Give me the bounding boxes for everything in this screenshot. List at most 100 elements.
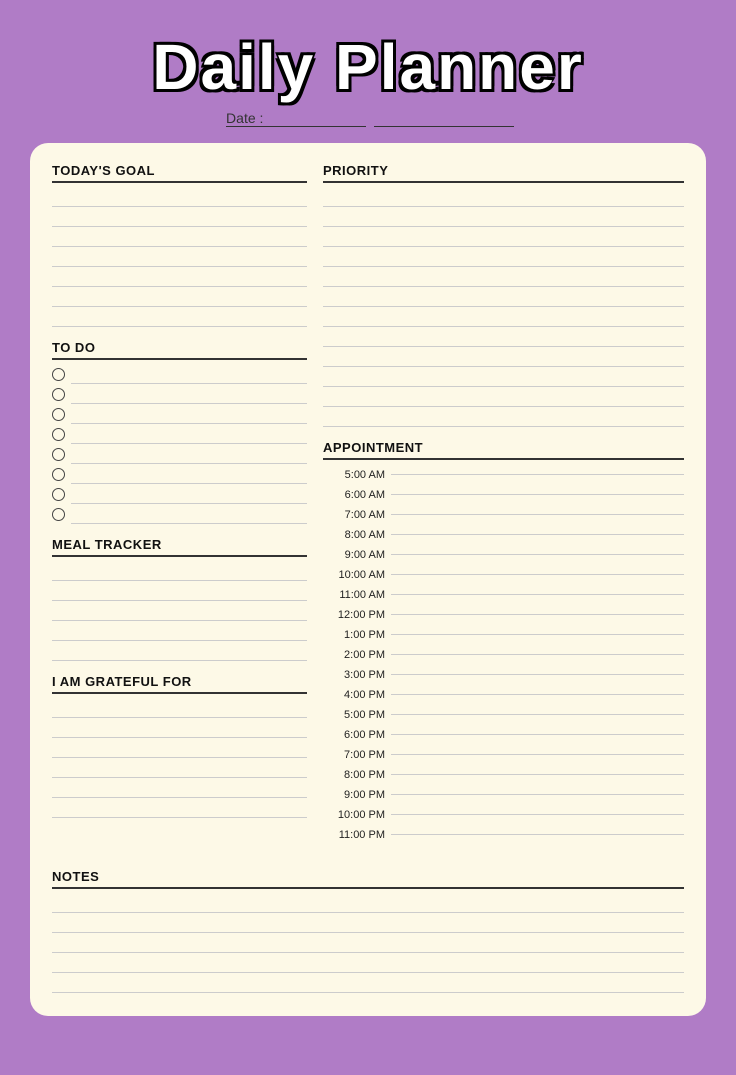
appt-line-700pm bbox=[391, 754, 684, 755]
todo-item-5[interactable] bbox=[52, 445, 307, 464]
todo-line-2 bbox=[71, 385, 307, 404]
notes-line-2[interactable] bbox=[52, 914, 684, 933]
grateful-line-6[interactable] bbox=[52, 799, 307, 818]
meal-line-1[interactable] bbox=[52, 562, 307, 581]
todo-item-8[interactable] bbox=[52, 505, 307, 524]
goal-line-2[interactable] bbox=[52, 208, 307, 227]
appt-row-500am[interactable]: 5:00 AM bbox=[323, 465, 684, 484]
appt-row-200pm[interactable]: 2:00 PM bbox=[323, 645, 684, 664]
appt-time-400pm: 4:00 PM bbox=[323, 689, 391, 701]
goal-line-7[interactable] bbox=[52, 308, 307, 327]
appt-row-900am[interactable]: 9:00 AM bbox=[323, 545, 684, 564]
todo-circle-8[interactable] bbox=[52, 508, 65, 521]
goal-line-1[interactable] bbox=[52, 188, 307, 207]
todo-item-7[interactable] bbox=[52, 485, 307, 504]
todays-goal-header: TODAY'S GOAL bbox=[52, 163, 307, 183]
appt-row-800am[interactable]: 8:00 AM bbox=[323, 525, 684, 544]
appt-line-1000am bbox=[391, 574, 684, 575]
todo-circle-4[interactable] bbox=[52, 428, 65, 441]
appt-row-700am[interactable]: 7:00 AM bbox=[323, 505, 684, 524]
meal-line-4[interactable] bbox=[52, 622, 307, 641]
main-columns: TODAY'S GOAL TO DO bbox=[52, 163, 684, 857]
appt-time-1100pm: 11:00 PM bbox=[323, 829, 391, 841]
appt-row-400pm[interactable]: 4:00 PM bbox=[323, 685, 684, 704]
priority-line-1[interactable] bbox=[323, 188, 684, 207]
date-underline bbox=[374, 110, 514, 127]
goal-line-5[interactable] bbox=[52, 268, 307, 287]
priority-line-7[interactable] bbox=[323, 308, 684, 327]
appt-time-900am: 9:00 AM bbox=[323, 549, 391, 561]
priority-line-11[interactable] bbox=[323, 388, 684, 407]
priority-line-10[interactable] bbox=[323, 368, 684, 387]
grateful-line-5[interactable] bbox=[52, 779, 307, 798]
todo-item-2[interactable] bbox=[52, 385, 307, 404]
appt-line-500pm bbox=[391, 714, 684, 715]
goal-line-6[interactable] bbox=[52, 288, 307, 307]
grateful-line-1[interactable] bbox=[52, 699, 307, 718]
date-field[interactable]: Date : bbox=[222, 110, 514, 127]
appt-row-1000am[interactable]: 10:00 AM bbox=[323, 565, 684, 584]
appt-time-1100am: 11:00 AM bbox=[323, 589, 391, 601]
todo-item-6[interactable] bbox=[52, 465, 307, 484]
todo-circle-1[interactable] bbox=[52, 368, 65, 381]
priority-line-9[interactable] bbox=[323, 348, 684, 367]
appt-row-500pm[interactable]: 5:00 PM bbox=[323, 705, 684, 724]
todo-circle-6[interactable] bbox=[52, 468, 65, 481]
grateful-line-3[interactable] bbox=[52, 739, 307, 758]
priority-line-6[interactable] bbox=[323, 288, 684, 307]
appointment-header: APPOINTMENT bbox=[323, 440, 684, 460]
appt-line-1100pm bbox=[391, 834, 684, 835]
appt-row-1100pm[interactable]: 11:00 PM bbox=[323, 825, 684, 844]
appt-row-1100am[interactable]: 11:00 AM bbox=[323, 585, 684, 604]
notes-line-3[interactable] bbox=[52, 934, 684, 953]
appt-line-200pm bbox=[391, 654, 684, 655]
priority-line-3[interactable] bbox=[323, 228, 684, 247]
appt-row-700pm[interactable]: 7:00 PM bbox=[323, 745, 684, 764]
left-column: TODAY'S GOAL TO DO bbox=[52, 163, 307, 857]
priority-line-4[interactable] bbox=[323, 248, 684, 267]
todo-circle-7[interactable] bbox=[52, 488, 65, 501]
appt-row-300pm[interactable]: 3:00 PM bbox=[323, 665, 684, 684]
appt-line-700am bbox=[391, 514, 684, 515]
todo-item-1[interactable] bbox=[52, 365, 307, 384]
todo-circle-3[interactable] bbox=[52, 408, 65, 421]
grateful-line-4[interactable] bbox=[52, 759, 307, 778]
meal-line-3[interactable] bbox=[52, 602, 307, 621]
grateful-section: I AM GRATEFUL FOR bbox=[52, 674, 307, 819]
todo-circle-2[interactable] bbox=[52, 388, 65, 401]
todo-item-4[interactable] bbox=[52, 425, 307, 444]
appt-row-100pm[interactable]: 1:00 PM bbox=[323, 625, 684, 644]
appt-row-1200pm[interactable]: 12:00 PM bbox=[323, 605, 684, 624]
todo-line-5 bbox=[71, 445, 307, 464]
appt-row-800pm[interactable]: 8:00 PM bbox=[323, 765, 684, 784]
meal-line-5[interactable] bbox=[52, 642, 307, 661]
priority-line-12[interactable] bbox=[323, 408, 684, 427]
goal-line-4[interactable] bbox=[52, 248, 307, 267]
todo-item-3[interactable] bbox=[52, 405, 307, 424]
appt-time-700pm: 7:00 PM bbox=[323, 749, 391, 761]
priority-line-5[interactable] bbox=[323, 268, 684, 287]
todo-circle-5[interactable] bbox=[52, 448, 65, 461]
appt-time-600am: 6:00 AM bbox=[323, 489, 391, 501]
appt-time-800am: 8:00 AM bbox=[323, 529, 391, 541]
appt-line-1100am bbox=[391, 594, 684, 595]
notes-header: NOTES bbox=[52, 869, 684, 889]
date-label: Date : bbox=[226, 110, 366, 127]
meal-line-2[interactable] bbox=[52, 582, 307, 601]
goal-line-3[interactable] bbox=[52, 228, 307, 247]
notes-line-4[interactable] bbox=[52, 954, 684, 973]
appt-row-600am[interactable]: 6:00 AM bbox=[323, 485, 684, 504]
priority-line-8[interactable] bbox=[323, 328, 684, 347]
notes-line-5[interactable] bbox=[52, 974, 684, 993]
appt-time-300pm: 3:00 PM bbox=[323, 669, 391, 681]
appt-time-700am: 7:00 AM bbox=[323, 509, 391, 521]
appt-row-600pm[interactable]: 6:00 PM bbox=[323, 725, 684, 744]
appt-row-1000pm[interactable]: 10:00 PM bbox=[323, 805, 684, 824]
grateful-line-2[interactable] bbox=[52, 719, 307, 738]
appt-row-900pm[interactable]: 9:00 PM bbox=[323, 785, 684, 804]
priority-line-2[interactable] bbox=[323, 208, 684, 227]
appt-line-800am bbox=[391, 534, 684, 535]
notes-line-1[interactable] bbox=[52, 894, 684, 913]
appt-line-1200pm bbox=[391, 614, 684, 615]
appt-line-600am bbox=[391, 494, 684, 495]
